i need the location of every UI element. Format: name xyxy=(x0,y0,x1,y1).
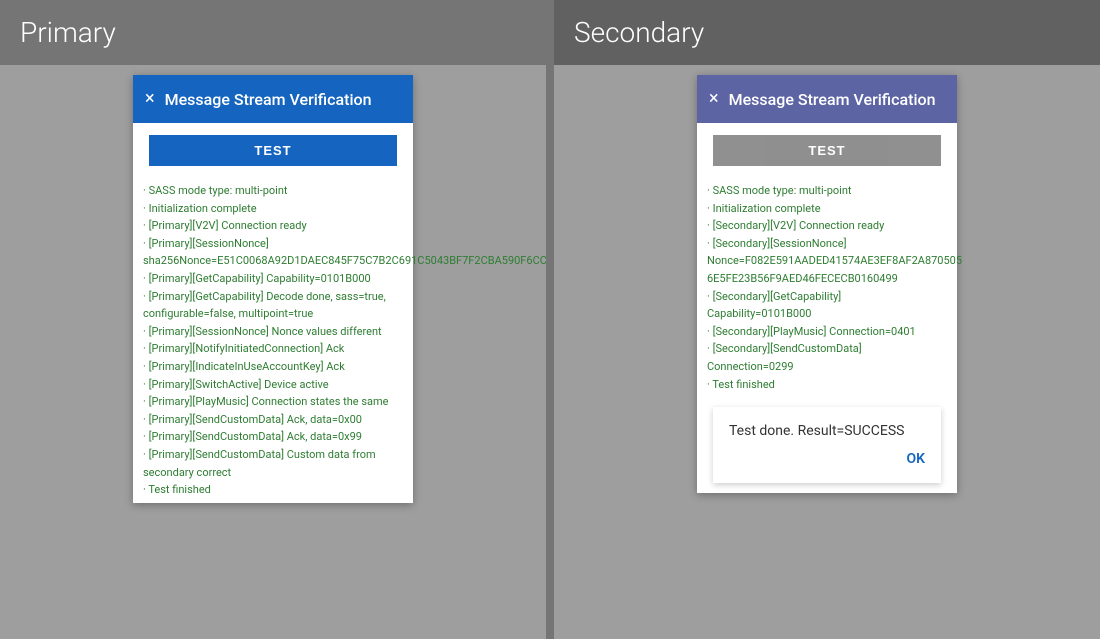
left-log-area: · SASS mode type: multi-point· Initializ… xyxy=(133,178,413,503)
log-line: · [Secondary][PlayMusic] Connection=0401 xyxy=(707,323,947,341)
log-line: · [Secondary][SendCustomData] Connection… xyxy=(707,340,947,375)
log-line: · [Primary][SwitchActive] Device active xyxy=(143,376,403,394)
left-panel-label: Primary xyxy=(0,0,546,65)
right-dialog: × Message Stream Verification TEST · SAS… xyxy=(697,75,957,493)
log-line: · [Secondary][V2V] Connection ready xyxy=(707,217,947,235)
log-line: · Test finished xyxy=(707,376,947,394)
log-line: · [Primary][SendCustomData] Ack, data=0x… xyxy=(143,411,403,429)
log-line: · [Primary][IndicateInUseAccountKey] Ack xyxy=(143,358,403,376)
panel-divider xyxy=(546,0,554,639)
right-panel-label: Secondary xyxy=(554,0,1100,65)
log-line: · [Secondary][SessionNonce] Nonce=F082E5… xyxy=(707,235,947,288)
log-line: · [Primary][PlayMusic] Connection states… xyxy=(143,393,403,411)
left-panel: Primary × Message Stream Verification TE… xyxy=(0,0,546,639)
log-line: · Initialization complete xyxy=(707,200,947,218)
log-line: · [Primary][SessionNonce] sha256Nonce=E5… xyxy=(143,235,403,270)
left-test-button[interactable]: TEST xyxy=(149,135,397,166)
right-alert-dialog: Test done. Result=SUCCESS OK xyxy=(713,407,941,483)
left-dialog-header: × Message Stream Verification xyxy=(133,75,413,123)
log-line: · [Secondary][GetCapability] Capability=… xyxy=(707,288,947,323)
log-line: · [Primary][NotifyInitiatedConnection] A… xyxy=(143,340,403,358)
alert-ok-button[interactable]: OK xyxy=(729,451,925,467)
right-panel: Secondary × Message Stream Verification … xyxy=(554,0,1100,639)
left-close-icon[interactable]: × xyxy=(145,90,155,108)
right-dialog-header: × Message Stream Verification xyxy=(697,75,957,123)
right-panel-title: Secondary xyxy=(574,16,704,49)
log-line: · [Primary][GetCapability] Decode done, … xyxy=(143,288,403,323)
right-log-area: · SASS mode type: multi-point· Initializ… xyxy=(697,178,957,397)
log-line: · Test finished xyxy=(143,481,403,499)
log-line: · [Primary][GetCapability] Capability=01… xyxy=(143,270,403,288)
log-line: · [Primary][SessionNonce] Nonce values d… xyxy=(143,323,403,341)
log-line: · [Primary][V2V] Connection ready xyxy=(143,217,403,235)
right-close-icon[interactable]: × xyxy=(709,90,719,108)
right-dialog-title: Message Stream Verification xyxy=(729,90,936,109)
log-line: · [Primary][SendCustomData] Ack, data=0x… xyxy=(143,428,403,446)
right-test-button: TEST xyxy=(713,135,941,166)
log-line: · [Primary][SendCustomData] Custom data … xyxy=(143,446,403,481)
left-dialog-title: Message Stream Verification xyxy=(165,90,372,109)
log-line: · SASS mode type: multi-point xyxy=(143,182,403,200)
left-dialog: × Message Stream Verification TEST · SAS… xyxy=(133,75,413,503)
alert-text: Test done. Result=SUCCESS xyxy=(729,423,925,439)
log-line: · Initialization complete xyxy=(143,200,403,218)
left-panel-title: Primary xyxy=(20,16,116,49)
log-line: · SASS mode type: multi-point xyxy=(707,182,947,200)
